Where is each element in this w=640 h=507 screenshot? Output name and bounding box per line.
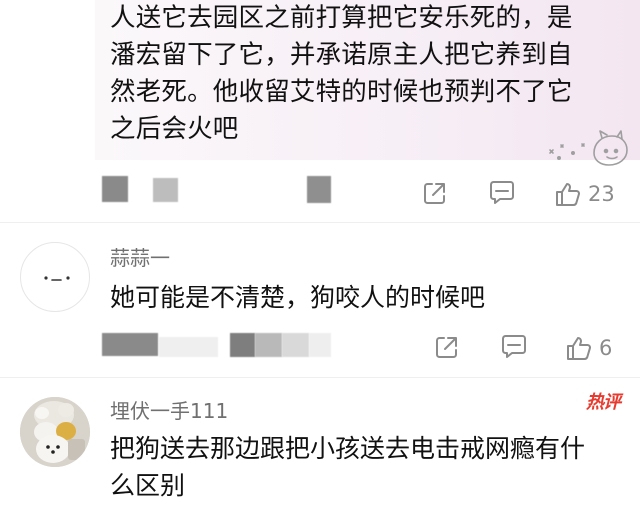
comment-text: 把狗送去那边跟把小孩送去电击戒网瘾有什 么区别 <box>110 430 622 504</box>
like-icon <box>567 337 591 360</box>
top-comment-line-1: 人送它去园区之前打算把它安乐死的，是 <box>110 3 573 33</box>
username[interactable]: 蒜蒜一 <box>110 246 170 270</box>
smiley-face-icon <box>44 276 70 281</box>
comment-text: 她可能是不清楚，狗咬人的时候吧 <box>110 283 486 312</box>
avatar[interactable] <box>20 397 90 467</box>
like-icon <box>556 183 580 206</box>
like-count: 6 <box>599 336 613 360</box>
share-button[interactable] <box>430 330 464 364</box>
share-icon <box>436 337 457 358</box>
comment-icon <box>490 181 514 204</box>
divider <box>0 377 640 378</box>
like-count: 23 <box>588 182 615 206</box>
top-comment-text: 人送它去园区之前打算把它安乐死的，是 潘宏留下了它，并承诺原主人把它养到自 然老… <box>110 0 610 148</box>
comment-button[interactable] <box>497 330 531 364</box>
comment-actions: 6 <box>0 330 640 370</box>
like-control[interactable]: 23 <box>554 177 615 211</box>
comment-button[interactable] <box>485 176 519 210</box>
username[interactable]: 埋伏一手111 <box>110 399 228 423</box>
top-comment-line-2: 潘宏留下了它，并承诺原主人把它养到自 <box>110 40 573 70</box>
top-comment-actions: 23 <box>0 175 640 215</box>
comment-icon <box>502 335 526 358</box>
hot-comment-badge: 热评 <box>586 392 621 413</box>
top-comment-line-4: 之后会火吧 <box>110 114 239 144</box>
top-comment-line-3: 然老死。他收留艾特的时候也预判不了它 <box>110 77 573 107</box>
comment-thread-page: 人送它去园区之前打算把它安乐死的，是 潘宏留下了它，并承诺原主人把它养到自 然老… <box>0 0 640 507</box>
share-icon <box>424 183 445 204</box>
cat-sticker-icon <box>549 130 628 166</box>
like-control[interactable]: 6 <box>565 331 612 365</box>
dog-avatar-image <box>20 397 90 467</box>
comment-text-line-1: 把狗送去那边跟把小孩送去电击戒网瘾有什 <box>110 434 586 463</box>
divider <box>0 222 640 223</box>
share-button[interactable] <box>418 176 452 210</box>
avatar[interactable] <box>20 242 90 312</box>
comment-text-line-2: 么区别 <box>110 471 186 500</box>
